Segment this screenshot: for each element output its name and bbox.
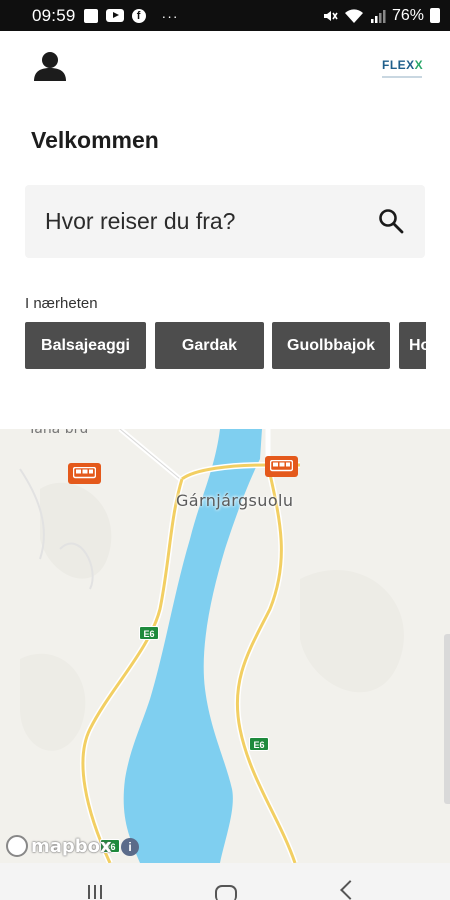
search-icon[interactable]	[378, 208, 404, 234]
status-bar: 09:59 f ··· 76%	[0, 0, 450, 31]
mute-icon	[323, 10, 338, 21]
search-field[interactable]: Hvor reiser du fra?	[25, 185, 425, 258]
map-place-label: Tana bru	[28, 429, 89, 437]
nearby-stop-chip[interactable]: Guolbbajok	[272, 322, 390, 369]
mapbox-attribution: mapbox	[31, 835, 112, 857]
page-title: Velkommen	[31, 127, 159, 153]
map-view[interactable]: Tana bru Gárnjárgsuolu E6 E6 E6 mapbox i	[0, 429, 450, 863]
profile-icon[interactable]	[33, 51, 67, 81]
nearby-stop-chip[interactable]: Gardak	[155, 322, 264, 369]
drawer-handle[interactable]	[444, 634, 450, 804]
logo-text: FLEXX	[382, 58, 424, 72]
flexx-logo: FLEXX	[382, 56, 424, 78]
recents-button[interactable]	[88, 885, 108, 900]
gallery-icon	[83, 8, 98, 23]
search-placeholder[interactable]: Hvor reiser du fra?	[45, 208, 235, 235]
app-header: FLEXX	[0, 31, 450, 101]
back-button[interactable]	[340, 880, 360, 900]
status-time: 09:59	[32, 5, 76, 25]
nearby-stops-list: Balsajeaggi Gardak Guolbbajok Ho	[25, 322, 426, 369]
signal-icon	[370, 9, 386, 23]
bus-icon	[73, 467, 96, 479]
nearby-label: I nærheten	[25, 295, 98, 312]
nearby-stop-chip[interactable]: Balsajeaggi	[25, 322, 146, 369]
youtube-icon	[105, 9, 124, 22]
facebook-icon: f	[131, 8, 146, 23]
bus-icon	[270, 460, 293, 472]
home-button[interactable]	[215, 885, 237, 900]
mapbox-mark-icon	[6, 835, 28, 857]
overflow-notifications: ···	[161, 7, 179, 24]
battery-icon	[430, 8, 440, 23]
road-shield-e6: E6	[139, 626, 159, 640]
wifi-icon	[344, 8, 363, 23]
road-shield-e6: E6	[249, 737, 269, 751]
map-place-label: Gárnjárgsuolu	[176, 491, 294, 510]
bus-stop-marker[interactable]	[68, 463, 101, 484]
nearby-stop-chip[interactable]: Ho	[399, 322, 426, 369]
system-nav-bar	[0, 863, 450, 900]
battery-percent: 76%	[391, 6, 424, 24]
bus-stop-marker[interactable]	[265, 456, 298, 477]
mapbox-logo[interactable]: mapbox	[6, 835, 112, 857]
info-icon[interactable]: i	[121, 838, 139, 856]
